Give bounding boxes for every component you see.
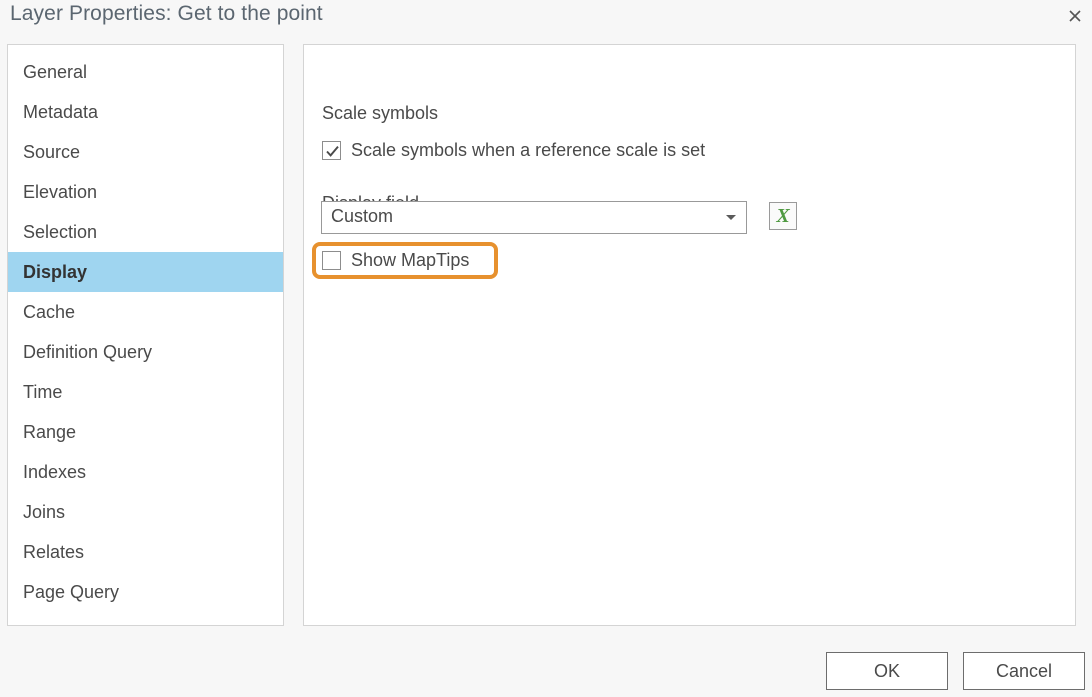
close-button[interactable]	[1058, 0, 1092, 32]
display-field-selected-value: Custom	[331, 206, 394, 226]
show-maptips-checkbox-label: Show MapTips	[351, 250, 470, 270]
display-field-dropdown[interactable]: Custom	[321, 201, 747, 234]
show-maptips-checkbox[interactable]	[322, 251, 341, 270]
scale-symbols-checkbox[interactable]	[322, 141, 341, 160]
display-settings-panel: Scale symbols Scale symbols when a refer…	[303, 44, 1076, 626]
arcade-expression-icon: X	[776, 205, 790, 227]
sidebar-item-source[interactable]: Source	[8, 132, 283, 172]
sidebar-item-range[interactable]: Range	[8, 412, 283, 452]
sidebar-item-label: General	[23, 62, 88, 82]
sidebar-item-display[interactable]: Display	[8, 252, 283, 292]
cancel-button[interactable]: Cancel	[963, 652, 1085, 690]
sidebar-item-label: Joins	[23, 502, 66, 522]
sidebar-item-page-query[interactable]: Page Query	[8, 572, 283, 612]
show-maptips-checkbox-row[interactable]: Show MapTips	[322, 250, 469, 271]
sidebar-item-definition-query[interactable]: Definition Query	[8, 332, 283, 372]
close-icon	[1067, 8, 1083, 24]
sidebar-item-label: Definition Query	[23, 342, 153, 362]
sidebar-item-relates[interactable]: Relates	[8, 532, 283, 572]
expression-button[interactable]: X	[769, 202, 797, 230]
dialog-titlebar: Layer Properties: Get to the point	[0, 0, 1092, 40]
sidebar-item-label: Page Query	[23, 582, 120, 602]
sidebar-item-elevation[interactable]: Elevation	[8, 172, 283, 212]
sidebar-item-label: Selection	[23, 222, 98, 242]
page-title: Layer Properties: Get to the point	[10, 2, 323, 25]
ok-button[interactable]: OK	[826, 652, 948, 690]
scale-symbols-checkbox-label: Scale symbols when a reference scale is …	[351, 140, 706, 160]
sidebar-item-label: Indexes	[23, 462, 87, 482]
sidebar-item-selection[interactable]: Selection	[8, 212, 283, 252]
sidebar-list: General Metadata Source Elevation Select…	[8, 52, 283, 612]
scale-symbols-checkbox-row[interactable]: Scale symbols when a reference scale is …	[322, 140, 705, 161]
sidebar-item-cache[interactable]: Cache	[8, 292, 283, 332]
sidebar-panel: General Metadata Source Elevation Select…	[7, 44, 284, 626]
sidebar-item-general[interactable]: General	[8, 52, 283, 92]
sidebar-item-joins[interactable]: Joins	[8, 492, 283, 532]
sidebar-item-label: Elevation	[23, 182, 98, 202]
sidebar-item-label: Relates	[23, 542, 85, 562]
chevron-down-icon	[726, 215, 736, 220]
sidebar-item-label: Source	[23, 142, 81, 162]
sidebar-item-label: Metadata	[23, 102, 99, 122]
sidebar-item-label: Range	[23, 422, 77, 442]
scale-symbols-heading: Scale symbols	[322, 103, 439, 123]
sidebar-item-label: Time	[23, 382, 63, 402]
sidebar-item-label: Display	[23, 262, 88, 282]
sidebar-item-metadata[interactable]: Metadata	[8, 92, 283, 132]
sidebar-item-label: Cache	[23, 302, 76, 322]
sidebar-item-indexes[interactable]: Indexes	[8, 452, 283, 492]
sidebar-item-time[interactable]: Time	[8, 372, 283, 412]
